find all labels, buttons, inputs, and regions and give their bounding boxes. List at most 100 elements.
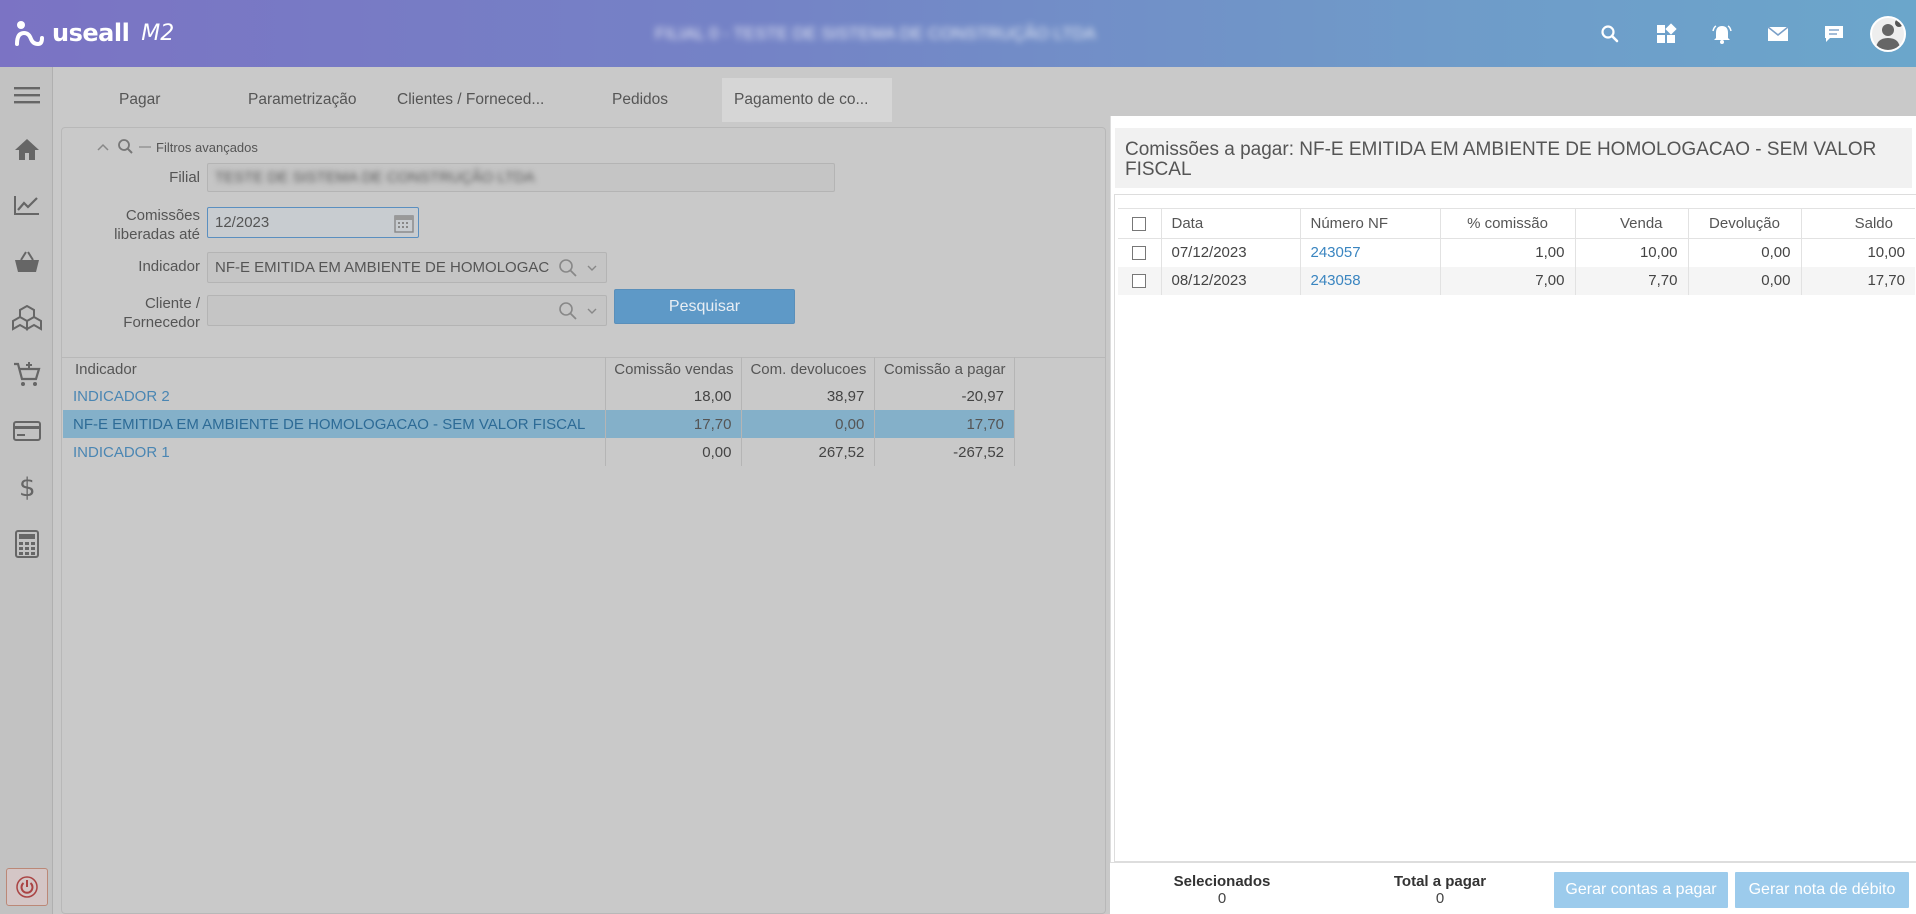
basket-icon[interactable] [0, 242, 53, 282]
home-icon[interactable] [0, 129, 53, 169]
table-row-selected[interactable]: NF-E EMITIDA EM AMBIENTE DE HOMOLOGACAO … [63, 410, 1015, 438]
table-row[interactable]: 07/12/2023 243057 1,00 10,00 0,00 10,00 [1118, 238, 1915, 267]
cliente-combo[interactable] [207, 295, 607, 326]
dollar-icon[interactable]: $ [0, 467, 53, 507]
row-saldo: 10,00 [1867, 244, 1905, 262]
power-icon[interactable] [6, 868, 48, 906]
row-checkbox[interactable] [1132, 274, 1147, 289]
indicator-table: Indicador Comissão vendas Com. devolucoe… [63, 357, 1015, 466]
credit-card-icon[interactable] [0, 411, 53, 451]
col-venda[interactable]: Venda [1575, 208, 1689, 239]
col-comissao-vendas[interactable]: Comissão vendas [605, 357, 743, 382]
col-indicador[interactable]: Indicador [63, 357, 607, 382]
tab-bar: Pagar Parametrização Clientes / Forneced… [57, 78, 893, 122]
row-comissao: 1,00 [1440, 238, 1576, 267]
comissoes-label-line1: Comissões [125, 207, 200, 224]
indicador-combo[interactable]: NF-E EMITIDA EM AMBIENTE DE HOMOLOGAC [207, 252, 607, 283]
commission-detail-table: Data Número NF % comissão Venda Devoluçã… [1118, 208, 1915, 295]
selecionados-label: Selecionados [1173, 873, 1271, 890]
menu-icon[interactable] [0, 75, 53, 115]
generate-payables-button[interactable]: Gerar contas a pagar [1554, 872, 1728, 908]
advanced-filters-toggle[interactable]: Filtros avançados [96, 138, 258, 156]
tab-pedidos[interactable]: Pedidos [612, 78, 722, 122]
search-icon[interactable] [558, 301, 578, 325]
comissao-vendas: 0,00 [605, 438, 743, 466]
com-devolucoes: 267,52 [741, 438, 876, 466]
modal-title: Comissões a pagar: NF-E EMITIDA EM AMBIE… [1115, 128, 1912, 188]
total-label: Total a pagar [1393, 873, 1487, 890]
search-icon [118, 139, 133, 154]
apps-icon[interactable] [1638, 0, 1694, 67]
col-devolucao[interactable]: Devolução [1688, 208, 1802, 239]
tab-pagamento-comissoes[interactable]: Pagamento de co... [722, 78, 893, 122]
row-numero-nf[interactable]: 243057 [1300, 238, 1441, 267]
col-data[interactable]: Data [1161, 208, 1301, 239]
row-checkbox[interactable] [1132, 246, 1147, 261]
app-logo[interactable]: useall M2 [14, 16, 174, 50]
row-venda: 10,00 [1575, 238, 1689, 267]
bell-icon[interactable] [1694, 0, 1750, 67]
col-numero-nf[interactable]: Número NF [1300, 208, 1441, 239]
row-devolucao: 0,00 [1688, 266, 1802, 295]
cliente-label-line1: Cliente / [144, 295, 200, 312]
boxes-icon[interactable] [0, 298, 53, 338]
comissoes-date-input[interactable]: 12/2023 [207, 207, 419, 238]
filial-field[interactable]: TESTE DE SISTEMA DE CONSTRUÇÃO LTDA [207, 163, 835, 192]
chevron-down-icon[interactable] [586, 304, 598, 321]
table-row[interactable]: INDICADOR 1 0,00 267,52 -267,52 [63, 438, 1015, 466]
comissao-a-pagar: -20,97 [874, 382, 1015, 410]
generate-debit-note-button[interactable]: Gerar nota de débito [1735, 872, 1909, 908]
search-icon[interactable] [1582, 0, 1638, 67]
minus-icon [139, 146, 151, 148]
cart-add-icon[interactable] [0, 354, 53, 394]
row-devolucao: 0,00 [1688, 238, 1802, 267]
comissoes-date-value: 12/2023 [215, 214, 270, 231]
tab-pagar[interactable]: Pagar [57, 78, 248, 122]
total-summary: Total a pagar 0 [1380, 873, 1500, 907]
user-avatar[interactable] [1870, 15, 1906, 52]
indicador-name[interactable]: INDICADOR 1 [63, 438, 607, 466]
table-row[interactable]: 08/12/2023 243058 7,00 7,70 0,00 17,70 [1118, 266, 1915, 295]
cliente-label: Cliente / Fornecedor [110, 294, 200, 332]
search-icon[interactable] [558, 258, 578, 282]
top-bar: useall M2 FILIAL 0 - TESTE DE SISTEMA DE… [0, 0, 1916, 67]
com-devolucoes: 38,97 [741, 382, 876, 410]
indicador-name[interactable]: NF-E EMITIDA EM AMBIENTE DE HOMOLOGACAO … [63, 410, 607, 438]
row-numero-nf[interactable]: 243058 [1300, 266, 1441, 295]
chevron-down-icon[interactable] [586, 261, 598, 278]
col-com-devolucoes[interactable]: Com. devolucoes [741, 357, 876, 382]
mail-icon[interactable] [1750, 0, 1806, 67]
calculator-icon[interactable] [0, 524, 53, 564]
advanced-filters-label: Filtros avançados [156, 139, 258, 155]
comissoes-label: Comissões liberadas até [100, 206, 200, 244]
modal-body: Data Número NF % comissão Venda Devoluçã… [1114, 194, 1916, 862]
chart-icon[interactable] [0, 185, 53, 225]
col-comissao-a-pagar[interactable]: Comissão a pagar [874, 357, 1015, 382]
company-name: FILIAL 0 - TESTE DE SISTEMA DE CONSTRUÇÃ… [655, 24, 1096, 43]
indicador-name[interactable]: INDICADOR 2 [63, 382, 607, 410]
chat-icon[interactable] [1806, 0, 1862, 67]
row-saldo: 17,70 [1801, 266, 1915, 295]
calendar-icon[interactable] [394, 213, 414, 237]
row-select-cell [1118, 266, 1162, 295]
table-row[interactable]: INDICADOR 2 18,00 38,97 -20,97 [63, 382, 1015, 410]
col-saldo[interactable]: Saldo [1801, 208, 1915, 239]
tab-clientes-fornecedores[interactable]: Clientes / Forneced... [397, 78, 612, 122]
total-value: 0 [1435, 890, 1445, 907]
tab-parametrizacao[interactable]: Parametrização [248, 78, 397, 122]
row-venda: 7,70 [1575, 266, 1689, 295]
comissao-a-pagar: 17,70 [874, 410, 1015, 438]
chevron-up-icon [97, 143, 109, 151]
search-button[interactable]: Pesquisar [614, 289, 795, 324]
filial-value: TESTE DE SISTEMA DE CONSTRUÇÃO LTDA [215, 169, 535, 186]
row-comissao: 7,00 [1440, 266, 1576, 295]
comissao-vendas: 17,70 [605, 410, 743, 438]
row-data: 08/12/2023 [1161, 266, 1301, 295]
comissao-vendas: 18,00 [605, 382, 743, 410]
logo-version: M2 [141, 20, 175, 46]
select-all-checkbox[interactable] [1132, 217, 1147, 232]
indicador-value: NF-E EMITIDA EM AMBIENTE DE HOMOLOGAC [215, 259, 550, 276]
col-comissao[interactable]: % comissão [1440, 208, 1576, 239]
row-select-cell [1118, 238, 1162, 267]
filter-panel [61, 127, 1106, 914]
